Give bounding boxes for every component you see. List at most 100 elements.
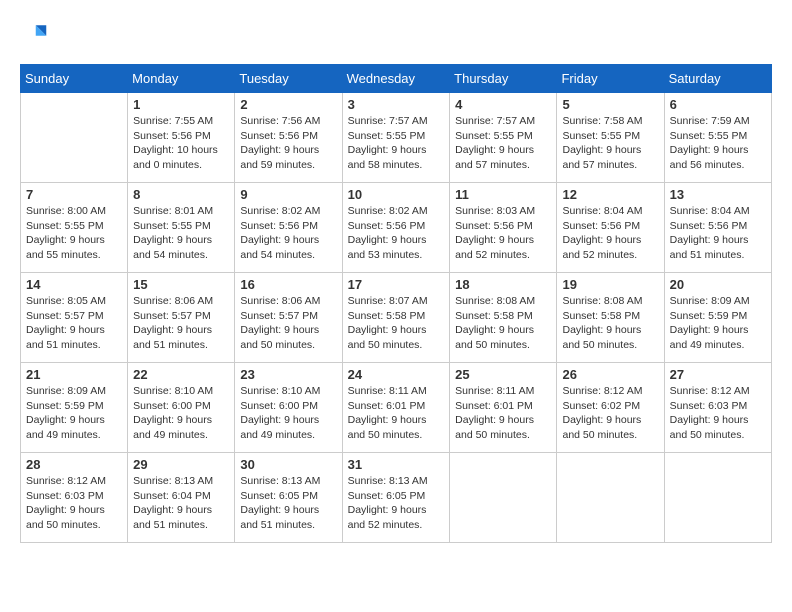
day-info: Sunrise: 8:10 AMSunset: 6:00 PMDaylight:…	[240, 384, 336, 443]
day-number: 8	[133, 187, 229, 202]
day-info: Sunrise: 8:11 AMSunset: 6:01 PMDaylight:…	[348, 384, 445, 443]
day-info: Sunrise: 8:06 AMSunset: 5:57 PMDaylight:…	[133, 294, 229, 353]
calendar-cell: 15 Sunrise: 8:06 AMSunset: 5:57 PMDayligh…	[128, 273, 235, 363]
day-number: 20	[670, 277, 766, 292]
week-row-3: 14 Sunrise: 8:05 AMSunset: 5:57 PMDayligh…	[21, 273, 772, 363]
day-number: 1	[133, 97, 229, 112]
day-info: Sunrise: 7:59 AMSunset: 5:55 PMDaylight:…	[670, 114, 766, 173]
day-info: Sunrise: 8:13 AMSunset: 6:04 PMDaylight:…	[133, 474, 229, 533]
calendar-cell: 27 Sunrise: 8:12 AMSunset: 6:03 PMDayligh…	[664, 363, 771, 453]
day-info: Sunrise: 8:08 AMSunset: 5:58 PMDaylight:…	[455, 294, 551, 353]
day-number: 17	[348, 277, 445, 292]
day-info: Sunrise: 7:55 AMSunset: 5:56 PMDaylight:…	[133, 114, 229, 173]
day-info: Sunrise: 8:04 AMSunset: 5:56 PMDaylight:…	[670, 204, 766, 263]
day-number: 28	[26, 457, 122, 472]
day-number: 19	[562, 277, 658, 292]
day-info: Sunrise: 8:10 AMSunset: 6:00 PMDaylight:…	[133, 384, 229, 443]
day-number: 22	[133, 367, 229, 382]
day-info: Sunrise: 8:12 AMSunset: 6:03 PMDaylight:…	[26, 474, 122, 533]
day-number: 24	[348, 367, 445, 382]
calendar-table: SundayMondayTuesdayWednesdayThursdayFrid…	[20, 64, 772, 543]
day-info: Sunrise: 7:56 AMSunset: 5:56 PMDaylight:…	[240, 114, 336, 173]
calendar-cell: 17 Sunrise: 8:07 AMSunset: 5:58 PMDayligh…	[342, 273, 450, 363]
calendar-cell	[664, 453, 771, 543]
day-number: 29	[133, 457, 229, 472]
calendar-cell: 9 Sunrise: 8:02 AMSunset: 5:56 PMDaylight…	[235, 183, 342, 273]
calendar-cell: 6 Sunrise: 7:59 AMSunset: 5:55 PMDaylight…	[664, 93, 771, 183]
calendar-cell: 12 Sunrise: 8:04 AMSunset: 5:56 PMDayligh…	[557, 183, 664, 273]
calendar-cell: 18 Sunrise: 8:08 AMSunset: 5:58 PMDayligh…	[450, 273, 557, 363]
day-info: Sunrise: 8:13 AMSunset: 6:05 PMDaylight:…	[240, 474, 336, 533]
weekday-header-friday: Friday	[557, 65, 664, 93]
day-number: 15	[133, 277, 229, 292]
weekday-header-monday: Monday	[128, 65, 235, 93]
calendar-cell: 16 Sunrise: 8:06 AMSunset: 5:57 PMDayligh…	[235, 273, 342, 363]
day-info: Sunrise: 8:00 AMSunset: 5:55 PMDaylight:…	[26, 204, 122, 263]
day-number: 31	[348, 457, 445, 472]
day-info: Sunrise: 8:02 AMSunset: 5:56 PMDaylight:…	[240, 204, 336, 263]
calendar-cell: 10 Sunrise: 8:02 AMSunset: 5:56 PMDayligh…	[342, 183, 450, 273]
day-number: 2	[240, 97, 336, 112]
day-info: Sunrise: 8:12 AMSunset: 6:03 PMDaylight:…	[670, 384, 766, 443]
week-row-4: 21 Sunrise: 8:09 AMSunset: 5:59 PMDayligh…	[21, 363, 772, 453]
day-number: 13	[670, 187, 766, 202]
day-info: Sunrise: 7:57 AMSunset: 5:55 PMDaylight:…	[348, 114, 445, 173]
day-info: Sunrise: 8:13 AMSunset: 6:05 PMDaylight:…	[348, 474, 445, 533]
week-row-2: 7 Sunrise: 8:00 AMSunset: 5:55 PMDaylight…	[21, 183, 772, 273]
day-info: Sunrise: 8:02 AMSunset: 5:56 PMDaylight:…	[348, 204, 445, 263]
calendar-cell: 23 Sunrise: 8:10 AMSunset: 6:00 PMDayligh…	[235, 363, 342, 453]
day-info: Sunrise: 8:11 AMSunset: 6:01 PMDaylight:…	[455, 384, 551, 443]
day-number: 10	[348, 187, 445, 202]
calendar-cell: 28 Sunrise: 8:12 AMSunset: 6:03 PMDayligh…	[21, 453, 128, 543]
day-number: 16	[240, 277, 336, 292]
day-info: Sunrise: 8:07 AMSunset: 5:58 PMDaylight:…	[348, 294, 445, 353]
calendar-cell: 11Sunrise: 8:03 AMSunset: 5:56 PMDayligh…	[450, 183, 557, 273]
day-info: Sunrise: 8:12 AMSunset: 6:02 PMDaylight:…	[562, 384, 658, 443]
weekday-header-row: SundayMondayTuesdayWednesdayThursdayFrid…	[21, 65, 772, 93]
day-info: Sunrise: 7:57 AMSunset: 5:55 PMDaylight:…	[455, 114, 551, 173]
week-row-1: 1 Sunrise: 7:55 AMSunset: 5:56 PMDaylight…	[21, 93, 772, 183]
calendar-cell: 29 Sunrise: 8:13 AMSunset: 6:04 PMDayligh…	[128, 453, 235, 543]
page-header	[20, 20, 772, 48]
day-number: 6	[670, 97, 766, 112]
day-number: 27	[670, 367, 766, 382]
calendar-cell: 4Sunrise: 7:57 AMSunset: 5:55 PMDaylight…	[450, 93, 557, 183]
calendar-cell: 24 Sunrise: 8:11 AMSunset: 6:01 PMDayligh…	[342, 363, 450, 453]
day-number: 30	[240, 457, 336, 472]
week-row-5: 28 Sunrise: 8:12 AMSunset: 6:03 PMDayligh…	[21, 453, 772, 543]
day-info: Sunrise: 8:06 AMSunset: 5:57 PMDaylight:…	[240, 294, 336, 353]
day-info: Sunrise: 8:04 AMSunset: 5:56 PMDaylight:…	[562, 204, 658, 263]
calendar-cell: 5 Sunrise: 7:58 AMSunset: 5:55 PMDaylight…	[557, 93, 664, 183]
day-number: 25	[455, 367, 551, 382]
day-info: Sunrise: 8:09 AMSunset: 5:59 PMDaylight:…	[26, 384, 122, 443]
calendar-cell	[450, 453, 557, 543]
calendar-cell: 3 Sunrise: 7:57 AMSunset: 5:55 PMDaylight…	[342, 93, 450, 183]
day-info: Sunrise: 8:09 AMSunset: 5:59 PMDaylight:…	[670, 294, 766, 353]
day-number: 5	[562, 97, 658, 112]
calendar-cell	[21, 93, 128, 183]
day-number: 12	[562, 187, 658, 202]
day-info: Sunrise: 8:01 AMSunset: 5:55 PMDaylight:…	[133, 204, 229, 263]
day-number: 11	[455, 187, 551, 202]
weekday-header-saturday: Saturday	[664, 65, 771, 93]
day-number: 23	[240, 367, 336, 382]
calendar-cell: 14 Sunrise: 8:05 AMSunset: 5:57 PMDayligh…	[21, 273, 128, 363]
day-number: 14	[26, 277, 122, 292]
weekday-header-wednesday: Wednesday	[342, 65, 450, 93]
day-number: 9	[240, 187, 336, 202]
calendar-cell: 19Sunrise: 8:08 AMSunset: 5:58 PMDayligh…	[557, 273, 664, 363]
day-info: Sunrise: 8:05 AMSunset: 5:57 PMDaylight:…	[26, 294, 122, 353]
day-number: 18	[455, 277, 551, 292]
day-info: Sunrise: 7:58 AMSunset: 5:55 PMDaylight:…	[562, 114, 658, 173]
weekday-header-tuesday: Tuesday	[235, 65, 342, 93]
day-number: 7	[26, 187, 122, 202]
calendar-cell: 31 Sunrise: 8:13 AMSunset: 6:05 PMDayligh…	[342, 453, 450, 543]
day-number: 3	[348, 97, 445, 112]
calendar-cell: 7 Sunrise: 8:00 AMSunset: 5:55 PMDaylight…	[21, 183, 128, 273]
logo	[20, 20, 52, 48]
logo-icon	[20, 20, 48, 48]
day-number: 21	[26, 367, 122, 382]
calendar-cell: 21 Sunrise: 8:09 AMSunset: 5:59 PMDayligh…	[21, 363, 128, 453]
calendar-cell: 13 Sunrise: 8:04 AMSunset: 5:56 PMDayligh…	[664, 183, 771, 273]
calendar-cell: 8 Sunrise: 8:01 AMSunset: 5:55 PMDaylight…	[128, 183, 235, 273]
